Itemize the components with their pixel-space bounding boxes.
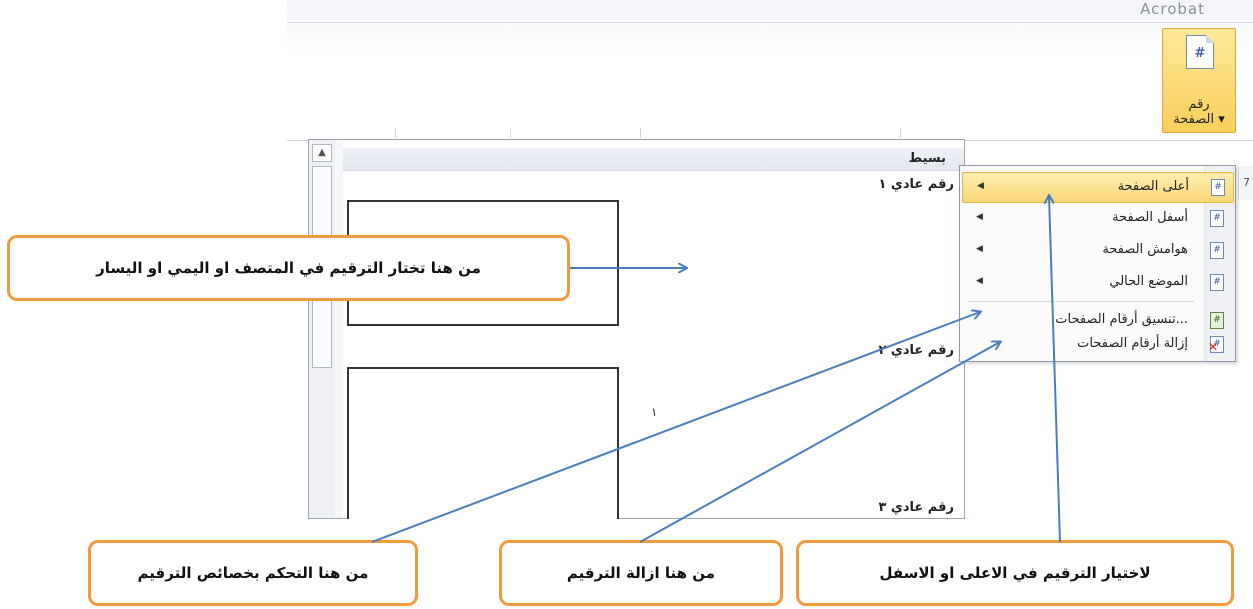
arrow-to-format-item xyxy=(371,312,980,543)
arrow-to-top-bottom-items xyxy=(1049,196,1061,543)
annotation-arrows xyxy=(371,0,1061,543)
